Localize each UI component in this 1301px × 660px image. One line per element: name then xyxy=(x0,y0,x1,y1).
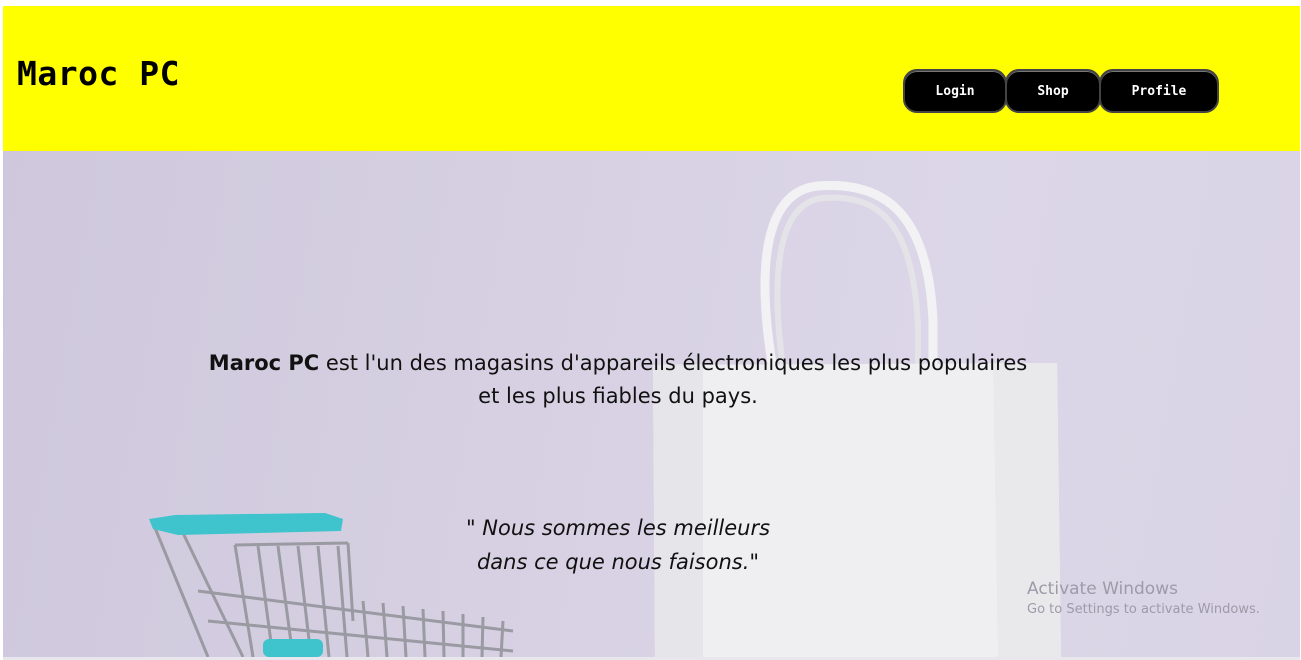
shop-button[interactable]: Shop xyxy=(1005,69,1101,113)
hero-quote: " Nous sommes les meilleurs dans ce que … xyxy=(423,511,813,579)
hero-banner: Maroc PC est l'un des magasins d'apparei… xyxy=(3,151,1300,657)
watermark-title: Activate Windows xyxy=(1027,579,1178,599)
profile-button[interactable]: Profile xyxy=(1099,69,1219,113)
main-nav: Login Shop Profile xyxy=(903,69,1219,113)
hero-tagline: Maroc PC est l'un des magasins d'apparei… xyxy=(203,347,1033,413)
tagline-text: est l'un des magasins d'appareils électr… xyxy=(319,351,1028,408)
site-header: Maroc PC Login Shop Profile xyxy=(3,6,1300,151)
quote-line-1: " Nous sommes les meilleurs xyxy=(465,516,771,540)
shopping-bag-image xyxy=(653,180,1061,657)
login-button[interactable]: Login xyxy=(903,69,1007,113)
tagline-brand: Maroc PC xyxy=(208,351,320,375)
brand-logo-text[interactable]: Maroc PC xyxy=(17,54,180,93)
quote-line-2: dans ce que nous faisons." xyxy=(476,550,760,574)
activate-windows-watermark: Activate Windows Go to Settings to activ… xyxy=(1027,579,1260,617)
watermark-subtitle: Go to Settings to activate Windows. xyxy=(1027,602,1260,617)
